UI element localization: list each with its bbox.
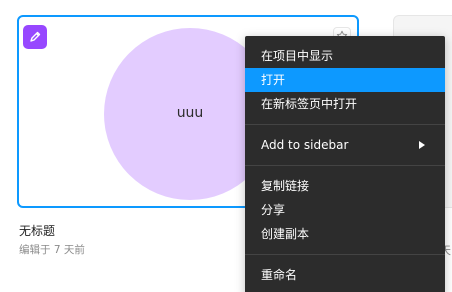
context-menu: 在项目中显示 打开 在新标签页中打开 Add to sidebar 复制链接 分… (245, 36, 445, 292)
menu-item-open[interactable]: 打开 (245, 68, 445, 92)
menu-item-share[interactable]: 分享 (245, 198, 445, 222)
menu-item-copy-link[interactable]: 复制链接 (245, 174, 445, 198)
file-last-edited: 编辑于 7 天前 (19, 244, 85, 256)
menu-item-show-in-project[interactable]: 在项目中显示 (245, 44, 445, 68)
menu-item-add-to-sidebar[interactable]: Add to sidebar (245, 133, 445, 157)
file-browser: 天 uuu 无标题 编辑于 7 天前 在项目中显示 打开 在新标签页中打开 Ad… (0, 0, 452, 292)
menu-divider (245, 165, 445, 166)
figjam-file-badge (23, 25, 47, 49)
submenu-arrow-icon (419, 141, 425, 149)
menu-item-duplicate[interactable]: 创建副本 (245, 222, 445, 246)
menu-divider (245, 124, 445, 125)
menu-item-open-new-tab[interactable]: 在新标签页中打开 (245, 92, 445, 116)
menu-item-rename[interactable]: 重命名 (245, 263, 445, 287)
menu-item-label: Add to sidebar (261, 138, 349, 152)
pen-icon (30, 31, 41, 42)
menu-divider (245, 254, 445, 255)
file-title[interactable]: 无标题 (19, 222, 55, 239)
